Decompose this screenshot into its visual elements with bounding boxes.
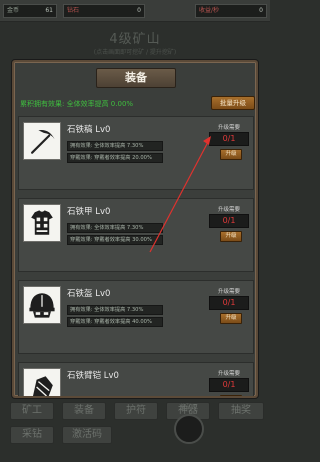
upgrade-requirement-label: 升级需要 bbox=[217, 125, 240, 131]
gold-stat: 金币 61 bbox=[3, 4, 57, 18]
equip-effect: 穿戴效果: 穿戴者效率提高 30.00% bbox=[67, 235, 163, 245]
avatar-label: 挖矿工 bbox=[179, 404, 198, 411]
equipment-name: 石铁甲 Lv0 bbox=[67, 207, 111, 217]
equipment-panel: 装备 累积拥有效果: 全体效率提高 0.00% 批量升级 石铁稿 Lv0 拥有效… bbox=[12, 60, 258, 398]
total-effect-summary: 累积拥有效果: 全体效率提高 0.00% bbox=[20, 100, 134, 108]
diamond-label: 钻石 bbox=[67, 7, 80, 14]
gold-value: 61 bbox=[45, 7, 53, 14]
equipment-card-helmet: 石铁盔 Lv0 拥有效果: 全体效率提高 7.30% 穿戴效果: 穿戴者效率提高… bbox=[18, 280, 254, 354]
avatar[interactable] bbox=[174, 414, 204, 444]
panel-title: 装备 bbox=[96, 68, 176, 88]
gauntlet-icon[interactable] bbox=[23, 368, 61, 396]
equipment-card-gauntlet: 石铁臂铠 Lv0 升级需要 0/1 升级 bbox=[18, 362, 254, 396]
nav-equipment-button[interactable]: 装备 bbox=[62, 402, 106, 420]
upgrade-requirement-value: 0/1 bbox=[209, 296, 249, 310]
upgrade-button[interactable]: 升级 bbox=[220, 231, 242, 242]
upgrade-requirement-label: 升级需要 bbox=[217, 371, 240, 377]
owned-effect: 拥有效果: 全体效率提高 7.30% bbox=[67, 141, 163, 151]
nav-drill-button[interactable]: 采钻 bbox=[10, 426, 54, 444]
upgrade-requirement-label: 升级需要 bbox=[217, 207, 240, 213]
income-stat: 收益/秒 0 bbox=[195, 4, 267, 18]
upgrade-requirement-value: 0/1 bbox=[209, 378, 249, 392]
equipment-card-armor: 石铁甲 Lv0 拥有效果: 全体效率提高 7.30% 穿戴效果: 穿戴者效率提高… bbox=[18, 198, 254, 272]
mine-level-title: 4级矿山 bbox=[109, 32, 161, 47]
upgrade-requirement-value: 0/1 bbox=[209, 214, 249, 228]
nav-lottery-button[interactable]: 抽奖 bbox=[218, 402, 264, 420]
upgrade-requirement-value: 0/1 bbox=[209, 132, 249, 146]
equipment-name: 石铁盔 Lv0 bbox=[67, 289, 111, 299]
top-status-bar: 金币 61 钻石 0 收益/秒 0 bbox=[0, 0, 270, 22]
upgrade-requirement-label: 升级需要 bbox=[217, 289, 240, 295]
armor-icon[interactable] bbox=[23, 204, 61, 242]
owned-effect: 拥有效果: 全体效率提高 7.30% bbox=[67, 305, 163, 315]
gold-label: 金币 bbox=[7, 7, 20, 14]
mine-subtitle: (点击画面即可挖矿 / 提升挖矿) bbox=[93, 49, 177, 56]
nav-redeem-button[interactable]: 激活码 bbox=[62, 426, 112, 444]
diamond-stat: 钻石 0 bbox=[63, 4, 145, 18]
pickaxe-icon[interactable] bbox=[23, 122, 61, 160]
diamond-value: 0 bbox=[137, 7, 141, 14]
owned-effect: 拥有效果: 全体效率提高 7.30% bbox=[67, 223, 163, 233]
bottom-navigation: 矿工 装备 护符 神器 抽奖 采钻 激活码 挖矿工 bbox=[0, 396, 270, 462]
upgrade-button[interactable]: 升级 bbox=[220, 149, 242, 160]
equipment-name: 石铁稿 Lv0 bbox=[67, 125, 111, 135]
income-label: 收益/秒 bbox=[199, 7, 220, 14]
nav-amulet-button[interactable]: 护符 bbox=[114, 402, 158, 420]
equipment-card-pickaxe: 石铁稿 Lv0 拥有效果: 全体效率提高 7.30% 穿戴效果: 穿戴者效率提高… bbox=[18, 116, 254, 190]
upgrade-button[interactable]: 升级 bbox=[220, 313, 242, 324]
equip-effect: 穿戴效果: 穿戴者效率提高 20.00% bbox=[67, 153, 163, 163]
nav-miner-button[interactable]: 矿工 bbox=[10, 402, 54, 420]
income-value: 0 bbox=[259, 7, 263, 14]
equipment-name: 石铁臂铠 Lv0 bbox=[67, 371, 119, 381]
batch-upgrade-button[interactable]: 批量升级 bbox=[211, 96, 255, 110]
equip-effect: 穿戴效果: 穿戴者效率提高 40.00% bbox=[67, 317, 163, 327]
helmet-icon[interactable] bbox=[23, 286, 61, 324]
